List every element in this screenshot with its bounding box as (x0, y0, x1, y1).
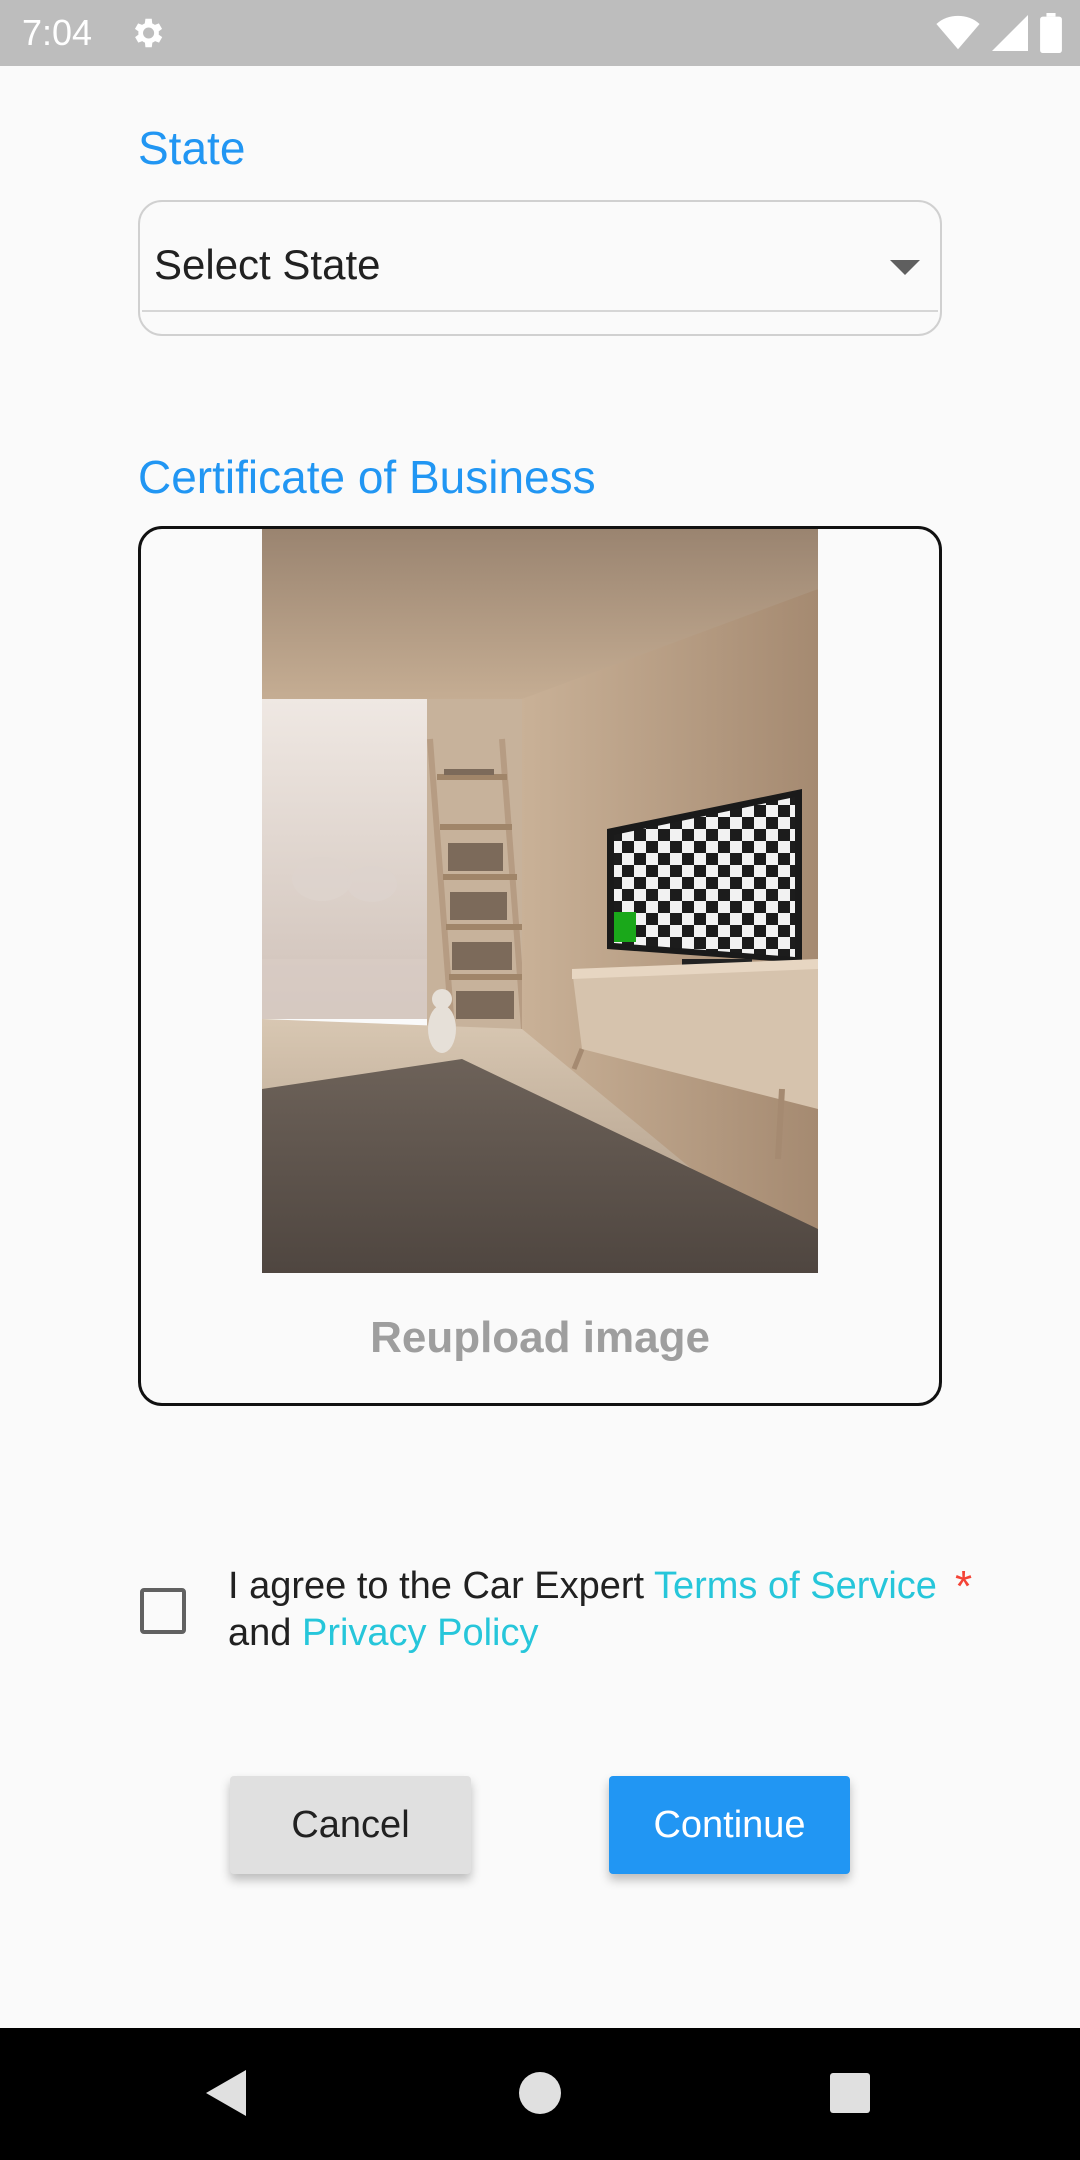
home-icon[interactable] (519, 2072, 561, 2114)
status-bar: 7:04 (0, 0, 1080, 66)
navigation-bar (0, 2028, 1080, 2160)
continue-button[interactable]: Continue (609, 1776, 850, 1874)
agreement-text: I agree to the Car Expert Terms of Servi… (228, 1563, 988, 1657)
status-time: 7:04 (22, 12, 93, 53)
signal-icon (992, 15, 1028, 51)
state-label: State (138, 122, 246, 174)
certificate-upload-card[interactable]: Reupload image (138, 526, 942, 1406)
reupload-image-button[interactable]: Reupload image (141, 1311, 939, 1365)
agree-checkbox[interactable] (140, 1588, 186, 1634)
state-select[interactable]: Select State (138, 200, 942, 336)
agreement-prefix: I agree to the Car Expert (228, 1565, 654, 1607)
select-underline (142, 310, 938, 312)
agreement-middle: and (228, 1612, 302, 1654)
certificate-label: Certificate of Business (138, 451, 596, 503)
privacy-policy-link[interactable]: Privacy Policy (302, 1612, 539, 1654)
certificate-image (262, 529, 818, 1273)
recent-apps-icon[interactable] (830, 2073, 870, 2113)
cancel-button[interactable]: Cancel (230, 1776, 471, 1874)
status-icons (936, 10, 1062, 56)
terms-of-service-link[interactable]: Terms of Service (654, 1565, 937, 1607)
required-mark: * (955, 1562, 973, 1611)
state-select-value: Select State (154, 241, 381, 288)
battery-icon (1040, 13, 1062, 53)
back-icon[interactable] (204, 2068, 248, 2118)
wifi-icon (936, 15, 980, 50)
gear-icon (134, 18, 163, 48)
dropdown-arrow-icon (890, 260, 920, 275)
